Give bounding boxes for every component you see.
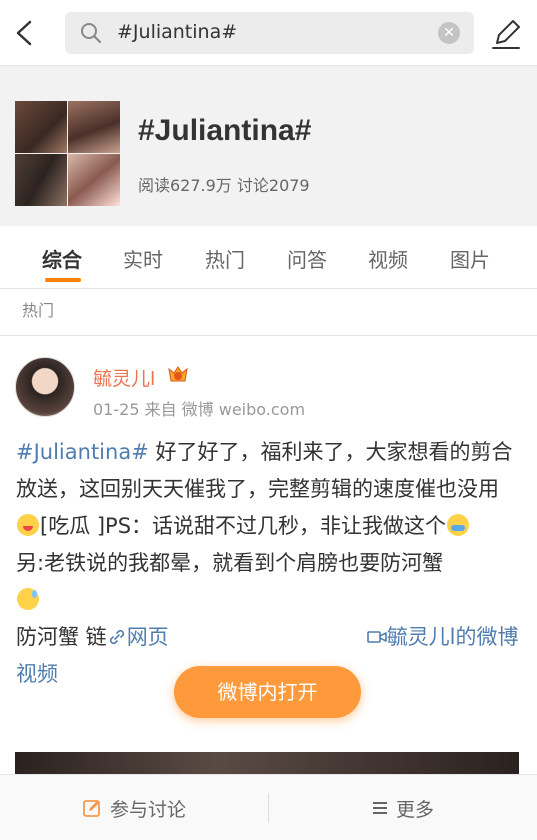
- menu-icon: [372, 802, 387, 814]
- tab-images[interactable]: 图片: [450, 244, 490, 273]
- link-icon: [109, 629, 124, 645]
- post-text: [吃瓜 ]PS：话说甜不过几秒，非让我做这个: [40, 514, 447, 538]
- active-tab-indicator: [45, 278, 81, 282]
- tab-qa[interactable]: 问答: [287, 244, 327, 273]
- video-icon: [366, 631, 387, 643]
- post-meta: 01-25 来自 微博 weibo.com: [93, 400, 306, 419]
- cover-photo: [15, 154, 67, 206]
- join-discussion-label: 参与讨论: [109, 798, 186, 821]
- post-video-thumbnail[interactable]: [15, 752, 519, 774]
- vip-badge-icon: [168, 366, 188, 382]
- tab-video[interactable]: 视频: [368, 244, 408, 273]
- topic-hashtag-link[interactable]: #Juliantina#: [16, 440, 149, 464]
- top-bar: #Juliantina# ✕: [0, 0, 537, 66]
- clear-search-icon[interactable]: ✕: [438, 22, 460, 44]
- topic-stats: 阅读627.9万 讨论2079: [138, 176, 310, 195]
- tab-comprehensive[interactable]: 综合: [42, 244, 82, 273]
- webpage-link[interactable]: 网页: [127, 625, 169, 649]
- tab-bar: 综合 实时 热门 问答 视频 图片: [0, 226, 537, 289]
- avatar[interactable]: [15, 357, 75, 417]
- more-label: 更多: [395, 798, 434, 821]
- section-label: 热门: [22, 301, 55, 320]
- edit-icon: [83, 800, 100, 817]
- sweat-emoji-icon: [17, 588, 39, 610]
- back-arrow-icon[interactable]: [10, 16, 40, 50]
- cover-photo: [68, 154, 120, 206]
- compose-icon[interactable]: [489, 15, 523, 51]
- more-button[interactable]: 更多: [269, 775, 537, 840]
- bottom-bar: 参与讨论 更多: [0, 774, 537, 840]
- tab-hot[interactable]: 热门: [205, 244, 245, 273]
- post-text: 防河蟹 链: [16, 625, 107, 649]
- topic-header: #Juliantina# 阅读627.9万 讨论2079: [0, 66, 537, 226]
- cover-photo: [15, 101, 67, 153]
- post-text: 另:老铁说的我都晕，就看到个肩膀也要防河蟹: [16, 551, 444, 575]
- topic-cover-image: [15, 101, 120, 206]
- search-icon: [81, 23, 102, 44]
- search-input[interactable]: #Juliantina#: [117, 21, 237, 43]
- cover-photo: [68, 101, 120, 153]
- open-in-weibo-button[interactable]: 微博内打开: [174, 666, 361, 718]
- laugh-cry-emoji-icon: [447, 514, 470, 536]
- grin-emoji-icon: [17, 514, 39, 536]
- divider: [0, 335, 537, 336]
- topic-title: #Juliantina#: [138, 114, 312, 147]
- join-discussion-button[interactable]: 参与讨论: [0, 775, 268, 840]
- search-bar[interactable]: #Juliantina# ✕: [65, 12, 474, 54]
- post-body: #Juliantina# 好了好了，福利来了，大家想看的剪合放送，这回别天天催我…: [16, 434, 521, 693]
- tab-realtime[interactable]: 实时: [123, 244, 163, 273]
- author-name[interactable]: 毓灵儿l: [93, 364, 155, 391]
